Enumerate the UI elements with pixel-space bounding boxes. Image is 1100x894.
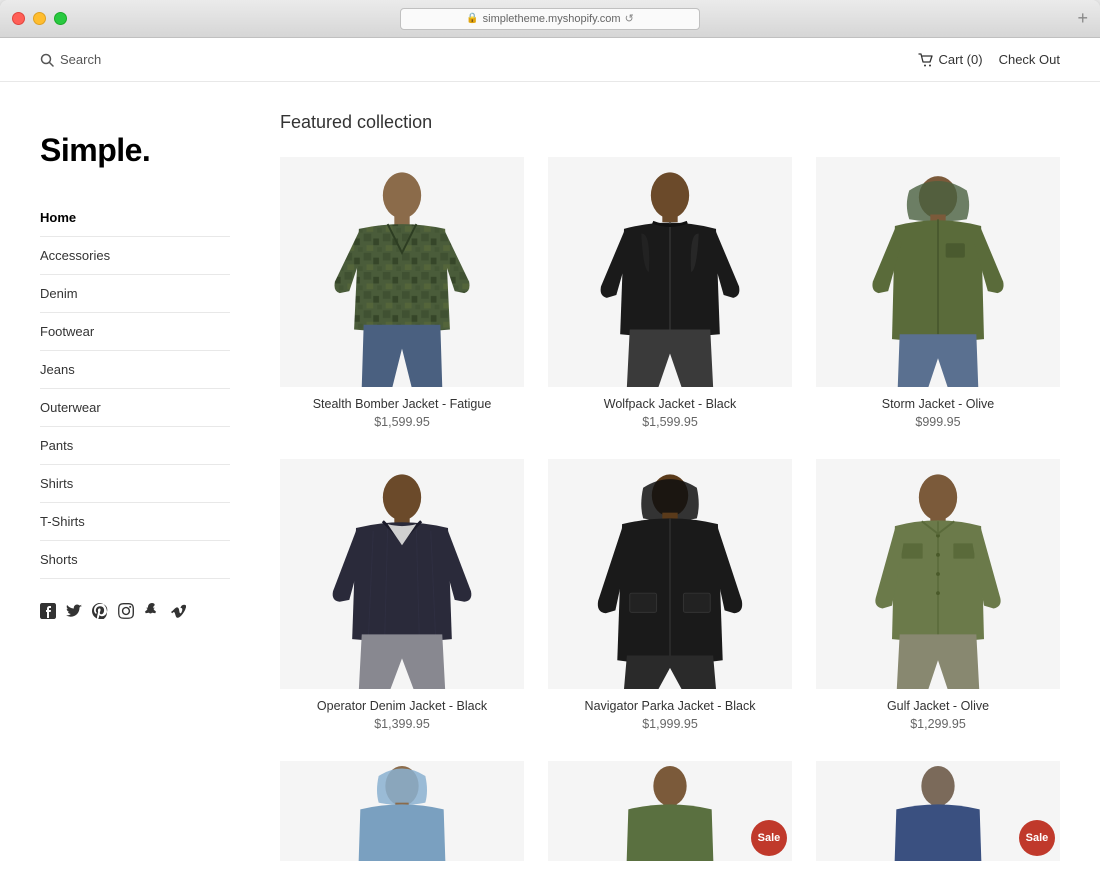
sidebar-item-tshirts[interactable]: T-Shirts — [40, 503, 230, 541]
product-image-svg-3 — [816, 157, 1060, 387]
product-card[interactable]: Sale — [816, 761, 1060, 861]
site-title: Simple. — [40, 112, 230, 169]
browser-window: 🔒 simpletheme.myshopify.com ↺ + Search — [0, 0, 1100, 894]
pinterest-icon[interactable] — [92, 603, 108, 624]
sidebar-item-shorts[interactable]: Shorts — [40, 541, 230, 579]
instagram-icon[interactable] — [118, 603, 134, 624]
product-price-3: $999.95 — [816, 415, 1060, 429]
product-name-6: Gulf Jacket - Olive — [816, 699, 1060, 713]
vimeo-icon[interactable] — [170, 603, 186, 624]
product-card[interactable]: Stealth Bomber Jacket - Fatigue $1,599.9… — [280, 157, 524, 429]
product-price-5: $1,999.95 — [548, 717, 792, 731]
facebook-icon[interactable] — [40, 603, 56, 624]
close-button[interactable] — [12, 12, 25, 25]
product-price-2: $1,599.95 — [548, 415, 792, 429]
browser-content: Search Cart (0) Check Out Simple. — [0, 38, 1100, 894]
sidebar-item-outerwear[interactable]: Outerwear — [40, 389, 230, 427]
twitter-icon[interactable] — [66, 603, 82, 624]
product-card[interactable]: Storm Jacket - Olive $999.95 — [816, 157, 1060, 429]
product-card[interactable]: Sale — [548, 761, 792, 861]
product-name-5: Navigator Parka Jacket - Black — [548, 699, 792, 713]
main-container: Simple. Home Accessories Denim Footwear … — [0, 82, 1100, 891]
product-card[interactable] — [280, 761, 524, 861]
search-label: Search — [60, 52, 101, 67]
sidebar-item-footwear[interactable]: Footwear — [40, 313, 230, 351]
product-image-8: Sale — [548, 761, 792, 861]
product-image-7 — [280, 761, 524, 861]
sidebar-item-shirts[interactable]: Shirts — [40, 465, 230, 503]
nav-list: Home Accessories Denim Footwear Jeans Ou… — [40, 199, 230, 579]
product-name-3: Storm Jacket - Olive — [816, 397, 1060, 411]
url-bar[interactable]: 🔒 simpletheme.myshopify.com ↺ — [400, 8, 700, 30]
site-header: Search Cart (0) Check Out — [0, 38, 1100, 82]
lock-icon: 🔒 — [466, 13, 478, 24]
product-card[interactable]: Gulf Jacket - Olive $1,299.95 — [816, 459, 1060, 731]
product-name-1: Stealth Bomber Jacket - Fatigue — [280, 397, 524, 411]
product-price-6: $1,299.95 — [816, 717, 1060, 731]
search-icon — [40, 53, 54, 67]
product-image-svg — [280, 157, 524, 387]
sidebar-item-home[interactable]: Home — [40, 199, 230, 237]
product-image-svg-5 — [548, 459, 792, 689]
sidebar-item-pants[interactable]: Pants — [40, 427, 230, 465]
product-name-4: Operator Denim Jacket - Black — [280, 699, 524, 713]
product-card[interactable]: Navigator Parka Jacket - Black $1,999.95 — [548, 459, 792, 731]
product-price-1: $1,599.95 — [280, 415, 524, 429]
product-grid: Stealth Bomber Jacket - Fatigue $1,599.9… — [280, 157, 1060, 861]
header-right: Cart (0) Check Out — [918, 52, 1060, 67]
maximize-button[interactable] — [54, 12, 67, 25]
product-image-6 — [816, 459, 1060, 689]
url-text: simpletheme.myshopify.com — [483, 13, 621, 25]
collection-title: Featured collection — [280, 112, 1060, 133]
product-card[interactable]: Wolfpack Jacket - Black $1,599.95 — [548, 157, 792, 429]
sale-badge-9: Sale — [1019, 820, 1055, 856]
search-area[interactable]: Search — [40, 52, 101, 67]
checkout-link[interactable]: Check Out — [999, 52, 1060, 67]
product-image-1 — [280, 157, 524, 387]
sidebar-item-accessories[interactable]: Accessories — [40, 237, 230, 275]
cart-label: Cart (0) — [939, 52, 983, 67]
product-image-4 — [280, 459, 524, 689]
sidebar: Simple. Home Accessories Denim Footwear … — [40, 82, 260, 891]
cart-icon — [918, 53, 934, 67]
cart-link[interactable]: Cart (0) — [918, 52, 983, 67]
sale-badge-8: Sale — [751, 820, 787, 856]
product-image-svg-7 — [280, 761, 524, 861]
browser-titlebar: 🔒 simpletheme.myshopify.com ↺ + — [0, 0, 1100, 38]
snapchat-icon[interactable] — [144, 603, 160, 624]
social-icons — [40, 603, 230, 624]
product-image-2 — [548, 157, 792, 387]
content-area: Featured collection — [260, 82, 1060, 891]
browser-buttons — [12, 12, 67, 25]
product-image-svg-6 — [816, 459, 1060, 689]
product-name-2: Wolfpack Jacket - Black — [548, 397, 792, 411]
product-image-9: Sale — [816, 761, 1060, 861]
product-image-3 — [816, 157, 1060, 387]
product-price-4: $1,399.95 — [280, 717, 524, 731]
minimize-button[interactable] — [33, 12, 46, 25]
product-card[interactable]: Operator Denim Jacket - Black $1,399.95 — [280, 459, 524, 731]
reload-icon[interactable]: ↺ — [625, 12, 634, 25]
sidebar-item-denim[interactable]: Denim — [40, 275, 230, 313]
product-image-svg-2 — [548, 157, 792, 387]
sidebar-item-jeans[interactable]: Jeans — [40, 351, 230, 389]
product-image-svg-4 — [280, 459, 524, 689]
product-image-5 — [548, 459, 792, 689]
new-tab-button[interactable]: + — [1077, 8, 1088, 29]
